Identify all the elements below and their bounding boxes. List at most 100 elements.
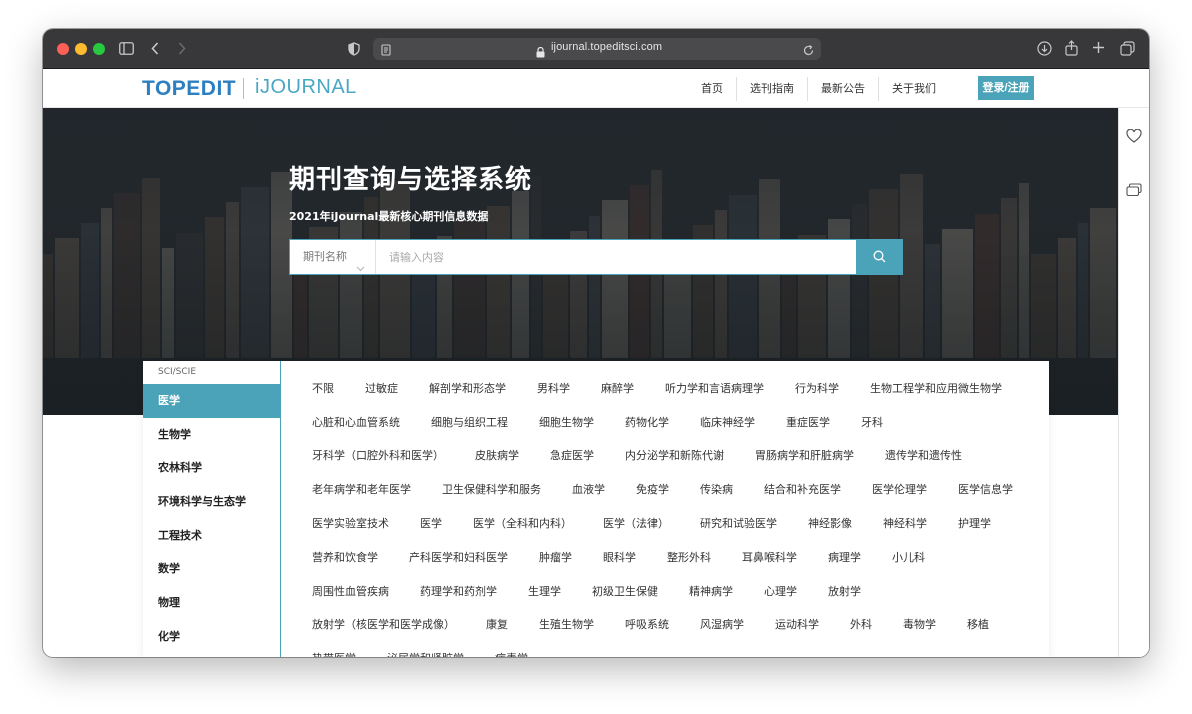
subject-item[interactable]: 临床神经学 [700, 414, 755, 430]
subject-item[interactable]: 医学伦理学 [872, 481, 927, 497]
tab-overview-icon[interactable] [1120, 41, 1135, 56]
sidebar-toggle-icon[interactable] [119, 42, 134, 55]
subject-item[interactable]: 病毒学 [495, 650, 528, 657]
subject-item[interactable]: 生物工程学和应用微生物学 [870, 380, 1002, 396]
subject-item[interactable]: 药理学和药剂学 [420, 583, 497, 599]
subject-item[interactable]: 医学（法律） [603, 515, 669, 531]
subject-item[interactable]: 风湿病学 [700, 616, 744, 632]
subject-item[interactable]: 呼吸系统 [625, 616, 669, 632]
feedback-icon[interactable] [1126, 182, 1142, 201]
subject-item[interactable]: 产科医学和妇科医学 [409, 549, 508, 565]
category-item-biology[interactable]: 生物学 [143, 418, 280, 452]
category-item-engineering[interactable]: 工程技术 [143, 519, 280, 553]
privacy-shield-icon[interactable] [348, 42, 360, 56]
nav-about[interactable]: 关于我们 [879, 77, 949, 101]
subject-item[interactable]: 移植 [967, 616, 989, 632]
subject-item[interactable]: 内分泌学和新陈代谢 [625, 447, 724, 463]
nav-announcements[interactable]: 最新公告 [808, 76, 879, 101]
subject-item[interactable]: 耳鼻喉科学 [742, 549, 797, 565]
subject-item[interactable]: 营养和饮食学 [312, 549, 378, 565]
subject-item[interactable]: 眼科学 [603, 549, 636, 565]
category-sidebar: SCI/SCIE 医学 生物学 农林科学 环境科学与生态学 工程技术 数学 物理… [143, 361, 281, 657]
category-item-physics[interactable]: 物理 [143, 586, 280, 620]
favorite-heart-icon[interactable] [1126, 128, 1142, 147]
subject-item[interactable]: 肿瘤学 [539, 549, 572, 565]
address-bar[interactable]: ijournal.topeditsci.com [373, 38, 821, 60]
subject-item[interactable]: 细胞生物学 [539, 414, 594, 430]
share-icon[interactable] [1065, 40, 1078, 56]
subject-item[interactable]: 男科学 [537, 380, 570, 396]
subject-item[interactable]: 医学信息学 [958, 481, 1013, 497]
subject-item[interactable]: 免疫学 [636, 481, 669, 497]
subject-item[interactable]: 神经影像 [808, 515, 852, 531]
reload-icon[interactable] [802, 42, 815, 61]
subject-item[interactable]: 康复 [486, 616, 508, 632]
subject-item[interactable]: 心脏和心血管系统 [312, 414, 400, 430]
download-icon[interactable] [1037, 41, 1052, 56]
search-type-select[interactable]: 期刊名称 [290, 240, 376, 274]
search-button[interactable] [856, 239, 903, 275]
close-window-button[interactable] [57, 43, 69, 55]
subject-item[interactable]: 生殖生物学 [539, 616, 594, 632]
subject-item[interactable]: 老年病学和老年医学 [312, 481, 411, 497]
subject-item[interactable]: 毒物学 [903, 616, 936, 632]
minimize-window-button[interactable] [75, 43, 87, 55]
subject-item[interactable]: 热带医学 [312, 650, 356, 657]
subject-item[interactable]: 听力学和言语病理学 [665, 380, 764, 396]
subject-item[interactable]: 医学（全科和内科） [473, 515, 572, 531]
category-item-agriculture[interactable]: 农林科学 [143, 451, 280, 485]
back-icon[interactable] [151, 42, 159, 55]
subject-item[interactable]: 不限 [312, 380, 334, 396]
login-register-button[interactable]: 登录/注册 [978, 76, 1034, 100]
nav-guide[interactable]: 选刊指南 [737, 76, 808, 101]
nav-home[interactable]: 首页 [688, 76, 737, 101]
subject-item[interactable]: 胃肠病学和肝脏病学 [755, 447, 854, 463]
subject-item[interactable]: 小儿科 [892, 549, 925, 565]
subject-item[interactable]: 整形外科 [667, 549, 711, 565]
subject-item[interactable]: 医学实验室技术 [312, 515, 389, 531]
subject-item[interactable]: 结合和补充医学 [764, 481, 841, 497]
subject-item[interactable]: 行为科学 [795, 380, 839, 396]
subject-item[interactable]: 牙科 [861, 414, 883, 430]
topedit-logo[interactable]: TOPEDIT [142, 77, 236, 101]
search-input[interactable] [377, 240, 857, 274]
subject-item[interactable]: 重症医学 [786, 414, 830, 430]
subject-item[interactable]: 药物化学 [625, 414, 669, 430]
category-item-math[interactable]: 数学 [143, 552, 280, 586]
category-item-medicine[interactable]: 医学 [143, 384, 280, 418]
subject-item[interactable]: 解剖学和形态学 [429, 380, 506, 396]
ijournal-logo[interactable]: iJOURNAL [255, 76, 357, 99]
browser-window: ijournal.topeditsci.com TOPEDIT iJOURNAL… [43, 29, 1149, 657]
category-item-chemistry[interactable]: 化学 [143, 620, 280, 654]
subject-item[interactable]: 传染病 [700, 481, 733, 497]
subject-item[interactable]: 医学 [420, 515, 442, 531]
subject-item[interactable]: 牙科学（口腔外科和医学） [312, 447, 444, 463]
subject-item[interactable]: 研究和试验医学 [700, 515, 777, 531]
subject-item[interactable]: 精神病学 [689, 583, 733, 599]
new-tab-icon[interactable] [1092, 41, 1105, 54]
subject-item[interactable]: 泌尿学和肾脏学 [387, 650, 464, 657]
subject-item[interactable]: 过敏症 [365, 380, 398, 396]
subject-item[interactable]: 细胞与组织工程 [431, 414, 508, 430]
subject-item[interactable]: 皮肤病学 [475, 447, 519, 463]
zoom-window-button[interactable] [93, 43, 105, 55]
subject-item[interactable]: 急症医学 [550, 447, 594, 463]
subject-item[interactable]: 血液学 [572, 481, 605, 497]
subject-item[interactable]: 麻醉学 [601, 380, 634, 396]
subject-item[interactable]: 神经科学 [883, 515, 927, 531]
forward-icon[interactable] [178, 42, 186, 55]
subject-item[interactable]: 病理学 [828, 549, 861, 565]
subject-item[interactable]: 初级卫生保健 [592, 583, 658, 599]
subject-item[interactable]: 护理学 [958, 515, 991, 531]
subject-item[interactable]: 遗传学和遗传性 [885, 447, 962, 463]
category-item-environment[interactable]: 环境科学与生态学 [143, 485, 280, 519]
subject-item[interactable]: 周围性血管疾病 [312, 583, 389, 599]
subject-item[interactable]: 外科 [850, 616, 872, 632]
subject-item[interactable]: 卫生保健科学和服务 [442, 481, 541, 497]
subject-item[interactable]: 放射学 [828, 583, 861, 599]
subject-item[interactable]: 运动科学 [775, 616, 819, 632]
page-info-icon[interactable] [379, 42, 393, 56]
subject-item[interactable]: 心理学 [764, 583, 797, 599]
subject-item[interactable]: 生理学 [528, 583, 561, 599]
subject-item[interactable]: 放射学（核医学和医学成像） [312, 616, 455, 632]
